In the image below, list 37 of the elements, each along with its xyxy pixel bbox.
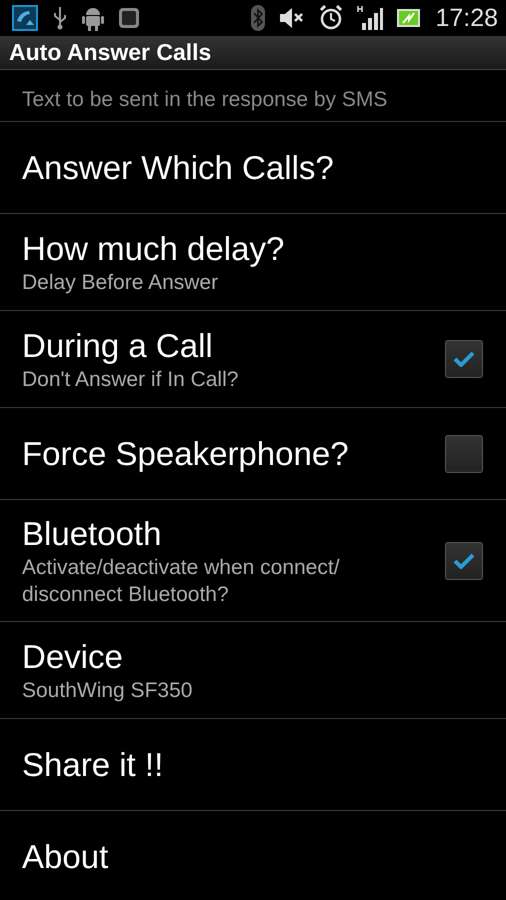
android-icon — [82, 5, 104, 31]
phone-app-icon — [12, 5, 38, 31]
signal-icon — [357, 5, 384, 31]
preference-item[interactable]: During a Call Don't Answer if In Call? — [0, 311, 506, 408]
preference-summary: Don't Answer if In Call? — [22, 366, 240, 392]
check-icon — [453, 351, 475, 367]
preference-summary: Delay Before Answer — [22, 270, 220, 296]
check-icon — [453, 552, 475, 568]
preference-summary: Activate/deactivate when connect/ disconnect Bluetooth? — [22, 554, 341, 608]
window-title: Auto Answer Calls — [9, 39, 212, 65]
preference-title: Answer Which Calls? — [22, 148, 335, 188]
preference-item[interactable]: Bluetooth Activate/deactivate when connect/ disconnect Bluetooth? — [0, 500, 506, 622]
preference-summary: Text to be sent in the response by SMS — [22, 87, 388, 113]
preference-title: Force Speakerphone? — [22, 434, 350, 474]
preference-title: During a Call — [22, 326, 214, 366]
preference-title: How much delay? — [22, 228, 286, 268]
preference-item[interactable]: About — [0, 811, 506, 900]
preference-title: About — [22, 836, 110, 876]
checkbox[interactable] — [445, 434, 483, 472]
preference-summary: SouthWing SF350 — [22, 678, 194, 704]
checkbox[interactable] — [445, 340, 483, 378]
preference-item[interactable]: Share it !! — [0, 719, 506, 811]
preference-item[interactable]: Device SouthWing SF350 — [0, 622, 506, 719]
status-time: 17:28 — [435, 4, 498, 32]
battery-charging-icon — [397, 8, 422, 28]
preference-item[interactable]: Force Speakerphone? — [0, 408, 506, 500]
preference-title: Share it !! — [22, 744, 164, 784]
preference-item[interactable]: Answer Which Calls? — [0, 122, 506, 214]
muted-speaker-icon — [279, 7, 306, 29]
preference-item[interactable]: How much delay? Delay Before Answer — [0, 214, 506, 311]
preference-title: Device — [22, 636, 124, 676]
bluetooth-icon — [251, 5, 266, 31]
checkbox[interactable] — [445, 542, 483, 580]
usb-icon — [52, 5, 68, 31]
preference-title: Bluetooth — [22, 514, 162, 554]
square-icon — [118, 7, 140, 29]
alarm-clock-icon — [319, 5, 344, 31]
